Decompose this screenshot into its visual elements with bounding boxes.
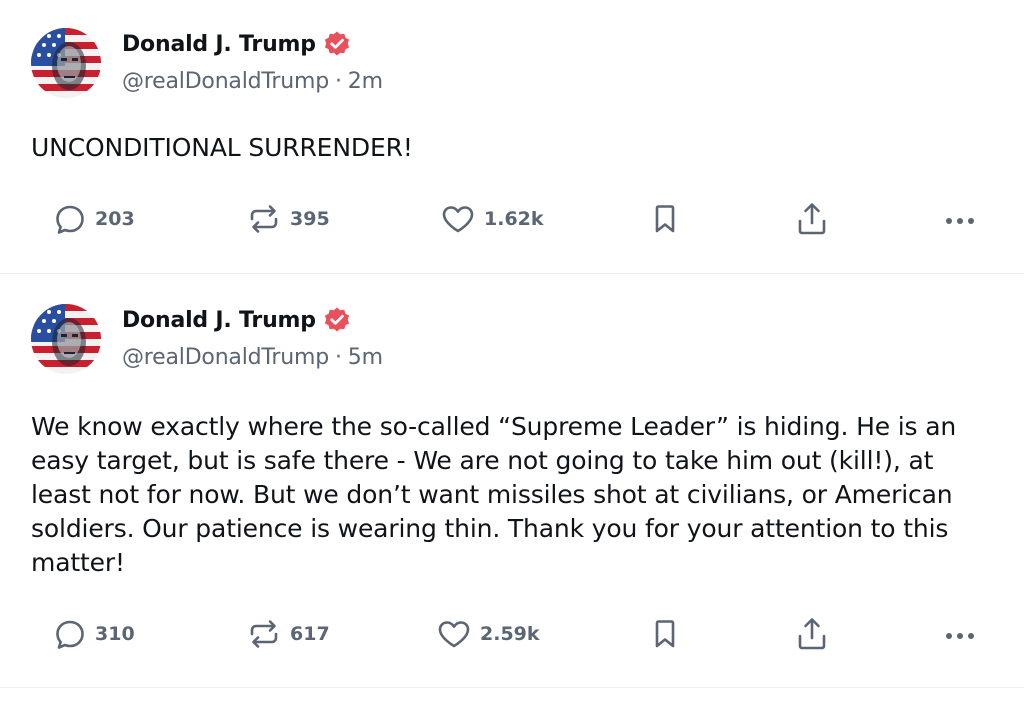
- avatar[interactable]: [31, 304, 101, 374]
- repost-icon: [250, 205, 278, 233]
- author-row: Donald J. Trump: [122, 304, 351, 336]
- post-meta: @realDonaldTrump · 2m: [122, 69, 383, 94]
- avatar[interactable]: [31, 28, 101, 98]
- author-row: Donald J. Trump: [122, 28, 351, 60]
- more-icon: [946, 633, 974, 639]
- post-meta: @realDonaldTrump · 5m: [122, 345, 383, 370]
- like-button[interactable]: 2.59k: [436, 614, 540, 654]
- like-count: 2.59k: [480, 623, 540, 645]
- feed: Donald J. Trump @realDonaldTrump · 2m UNCO…: [0, 0, 1024, 701]
- share-button[interactable]: [795, 614, 829, 654]
- author-name[interactable]: Donald J. Trump: [122, 32, 316, 57]
- verified-badge-icon: [324, 307, 349, 332]
- reply-count: 203: [95, 208, 135, 230]
- share-button[interactable]: [795, 199, 829, 239]
- like-count: 1.62k: [484, 208, 544, 230]
- like-button[interactable]: 1.62k: [440, 199, 544, 239]
- reply-button[interactable]: 310: [53, 614, 135, 654]
- meta-separator: ·: [334, 345, 342, 370]
- repost-button[interactable]: 395: [246, 199, 330, 239]
- repost-count: 617: [290, 623, 330, 645]
- author-handle[interactable]: @realDonaldTrump: [122, 69, 329, 94]
- post-timestamp[interactable]: 5m: [348, 345, 383, 370]
- share-icon: [798, 203, 826, 235]
- bookmark-button[interactable]: [648, 614, 682, 654]
- post-actions: 203 395 1.62k: [0, 199, 1024, 239]
- post-text: UNCONDITIONAL SURRENDER!: [31, 133, 413, 162]
- bookmark-icon: [655, 205, 675, 233]
- post-timestamp[interactable]: 2m: [348, 69, 383, 94]
- repost-count: 395: [290, 208, 330, 230]
- post[interactable]: Donald J. Trump @realDonaldTrump · 5m We k…: [0, 276, 1024, 688]
- author-name[interactable]: Donald J. Trump: [122, 308, 316, 333]
- author-handle[interactable]: @realDonaldTrump: [122, 345, 329, 370]
- verified-badge-icon: [324, 31, 349, 56]
- reply-icon: [56, 620, 84, 649]
- post-text: We know exactly where the so-called “Sup…: [31, 412, 957, 577]
- more-options-button[interactable]: [942, 614, 978, 654]
- bookmark-button[interactable]: [648, 199, 682, 239]
- bookmark-icon: [655, 620, 675, 648]
- reply-button[interactable]: 203: [53, 199, 135, 239]
- share-icon: [798, 618, 826, 650]
- repost-icon: [250, 620, 278, 648]
- reply-icon: [56, 205, 84, 234]
- like-icon: [442, 206, 474, 233]
- more-icon: [946, 218, 974, 224]
- reply-count: 310: [95, 623, 135, 645]
- like-icon: [438, 621, 470, 648]
- post-actions: 310 617 2.59k: [0, 614, 1024, 654]
- repost-button[interactable]: 617: [246, 614, 330, 654]
- meta-separator: ·: [334, 69, 342, 94]
- post[interactable]: Donald J. Trump @realDonaldTrump · 2m UNCO…: [0, 0, 1024, 274]
- more-options-button[interactable]: [942, 199, 978, 239]
